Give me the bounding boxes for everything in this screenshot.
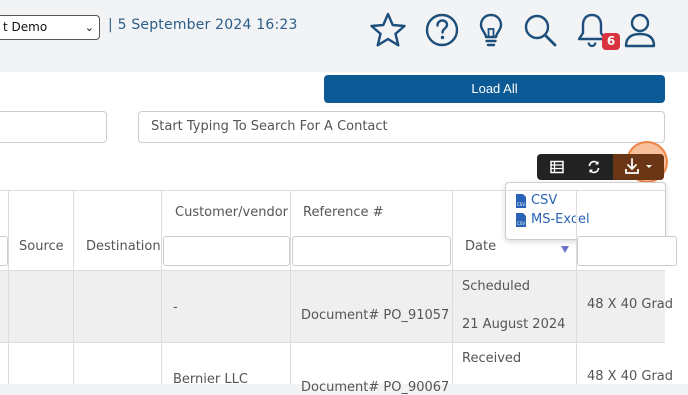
load-all-button[interactable]: Load All — [324, 75, 665, 103]
search-input-left[interactable] — [0, 111, 107, 143]
user-profile-icon[interactable] — [620, 10, 660, 50]
sort-descending-icon[interactable] — [561, 246, 569, 253]
table-top-border — [0, 190, 665, 191]
row-customer: Bernier LLC — [173, 372, 248, 387]
csv-file-icon: CSV — [516, 193, 526, 208]
lightbulb-icon[interactable] — [471, 10, 511, 50]
table-list-icon — [550, 160, 564, 174]
column-header-destination[interactable]: Destination — [86, 239, 161, 254]
notification-count-badge: 6 — [602, 33, 620, 50]
row-item: 48 X 40 Grad — [587, 297, 674, 312]
refresh-icon — [588, 160, 600, 174]
col-divider — [73, 190, 74, 384]
download-icon — [625, 158, 652, 174]
export-csv-label: CSV — [531, 193, 558, 208]
column-header-source[interactable]: Source — [19, 239, 64, 254]
col-divider — [576, 190, 577, 384]
col-divider — [161, 190, 162, 384]
column-header-customer-vendor[interactable]: Customer/vendor — [175, 205, 288, 220]
row-status: Scheduled — [462, 279, 530, 294]
help-question-icon[interactable] — [422, 10, 462, 50]
contact-search-input[interactable]: Start Typing To Search For A Contact — [138, 111, 665, 143]
columns-toggle-button[interactable] — [539, 154, 575, 180]
reference-filter-input[interactable] — [292, 236, 451, 266]
row-reference[interactable]: Document# PO_91057 — [301, 308, 449, 323]
row-date: 21 August 2024 — [462, 317, 566, 332]
row-item: 48 X 40 Grad — [587, 369, 674, 384]
search-icon[interactable] — [520, 10, 560, 50]
table-row-border — [0, 342, 665, 343]
col-divider — [290, 190, 291, 384]
filter-input[interactable] — [0, 236, 8, 266]
column-header-reference[interactable]: Reference # — [303, 205, 384, 220]
row-status: Received — [462, 351, 522, 366]
row-customer: - — [173, 300, 178, 315]
column-header-date[interactable]: Date — [465, 239, 496, 254]
export-excel-label: MS-Excel — [531, 212, 590, 227]
export-excel-item[interactable]: CSV MS-Excel — [515, 212, 590, 227]
current-datetime: | 5 September 2024 16:23 — [108, 17, 298, 33]
export-csv-item[interactable]: CSV CSV — [515, 193, 557, 208]
chevron-down-icon: ⌄ — [84, 21, 94, 34]
filter-input[interactable] — [577, 236, 677, 266]
company-select[interactable]: t Demo ⌄ — [0, 15, 100, 40]
col-divider — [452, 190, 453, 384]
export-dropdown-button[interactable] — [613, 154, 664, 180]
top-header: t Demo ⌄ | 5 September 2024 16:23 6 — [0, 0, 688, 66]
excel-file-icon: CSV — [516, 212, 526, 227]
svg-text:CSV: CSV — [517, 221, 525, 226]
favorites-star-icon[interactable] — [368, 10, 408, 50]
refresh-button[interactable] — [576, 154, 612, 180]
table-header-border — [0, 270, 665, 271]
svg-text:CSV: CSV — [517, 202, 525, 207]
company-select-value: t Demo — [3, 20, 48, 34]
customer-filter-input[interactable] — [163, 236, 290, 266]
col-divider — [8, 190, 9, 384]
row-reference[interactable]: Document# PO_90067 — [301, 380, 449, 395]
